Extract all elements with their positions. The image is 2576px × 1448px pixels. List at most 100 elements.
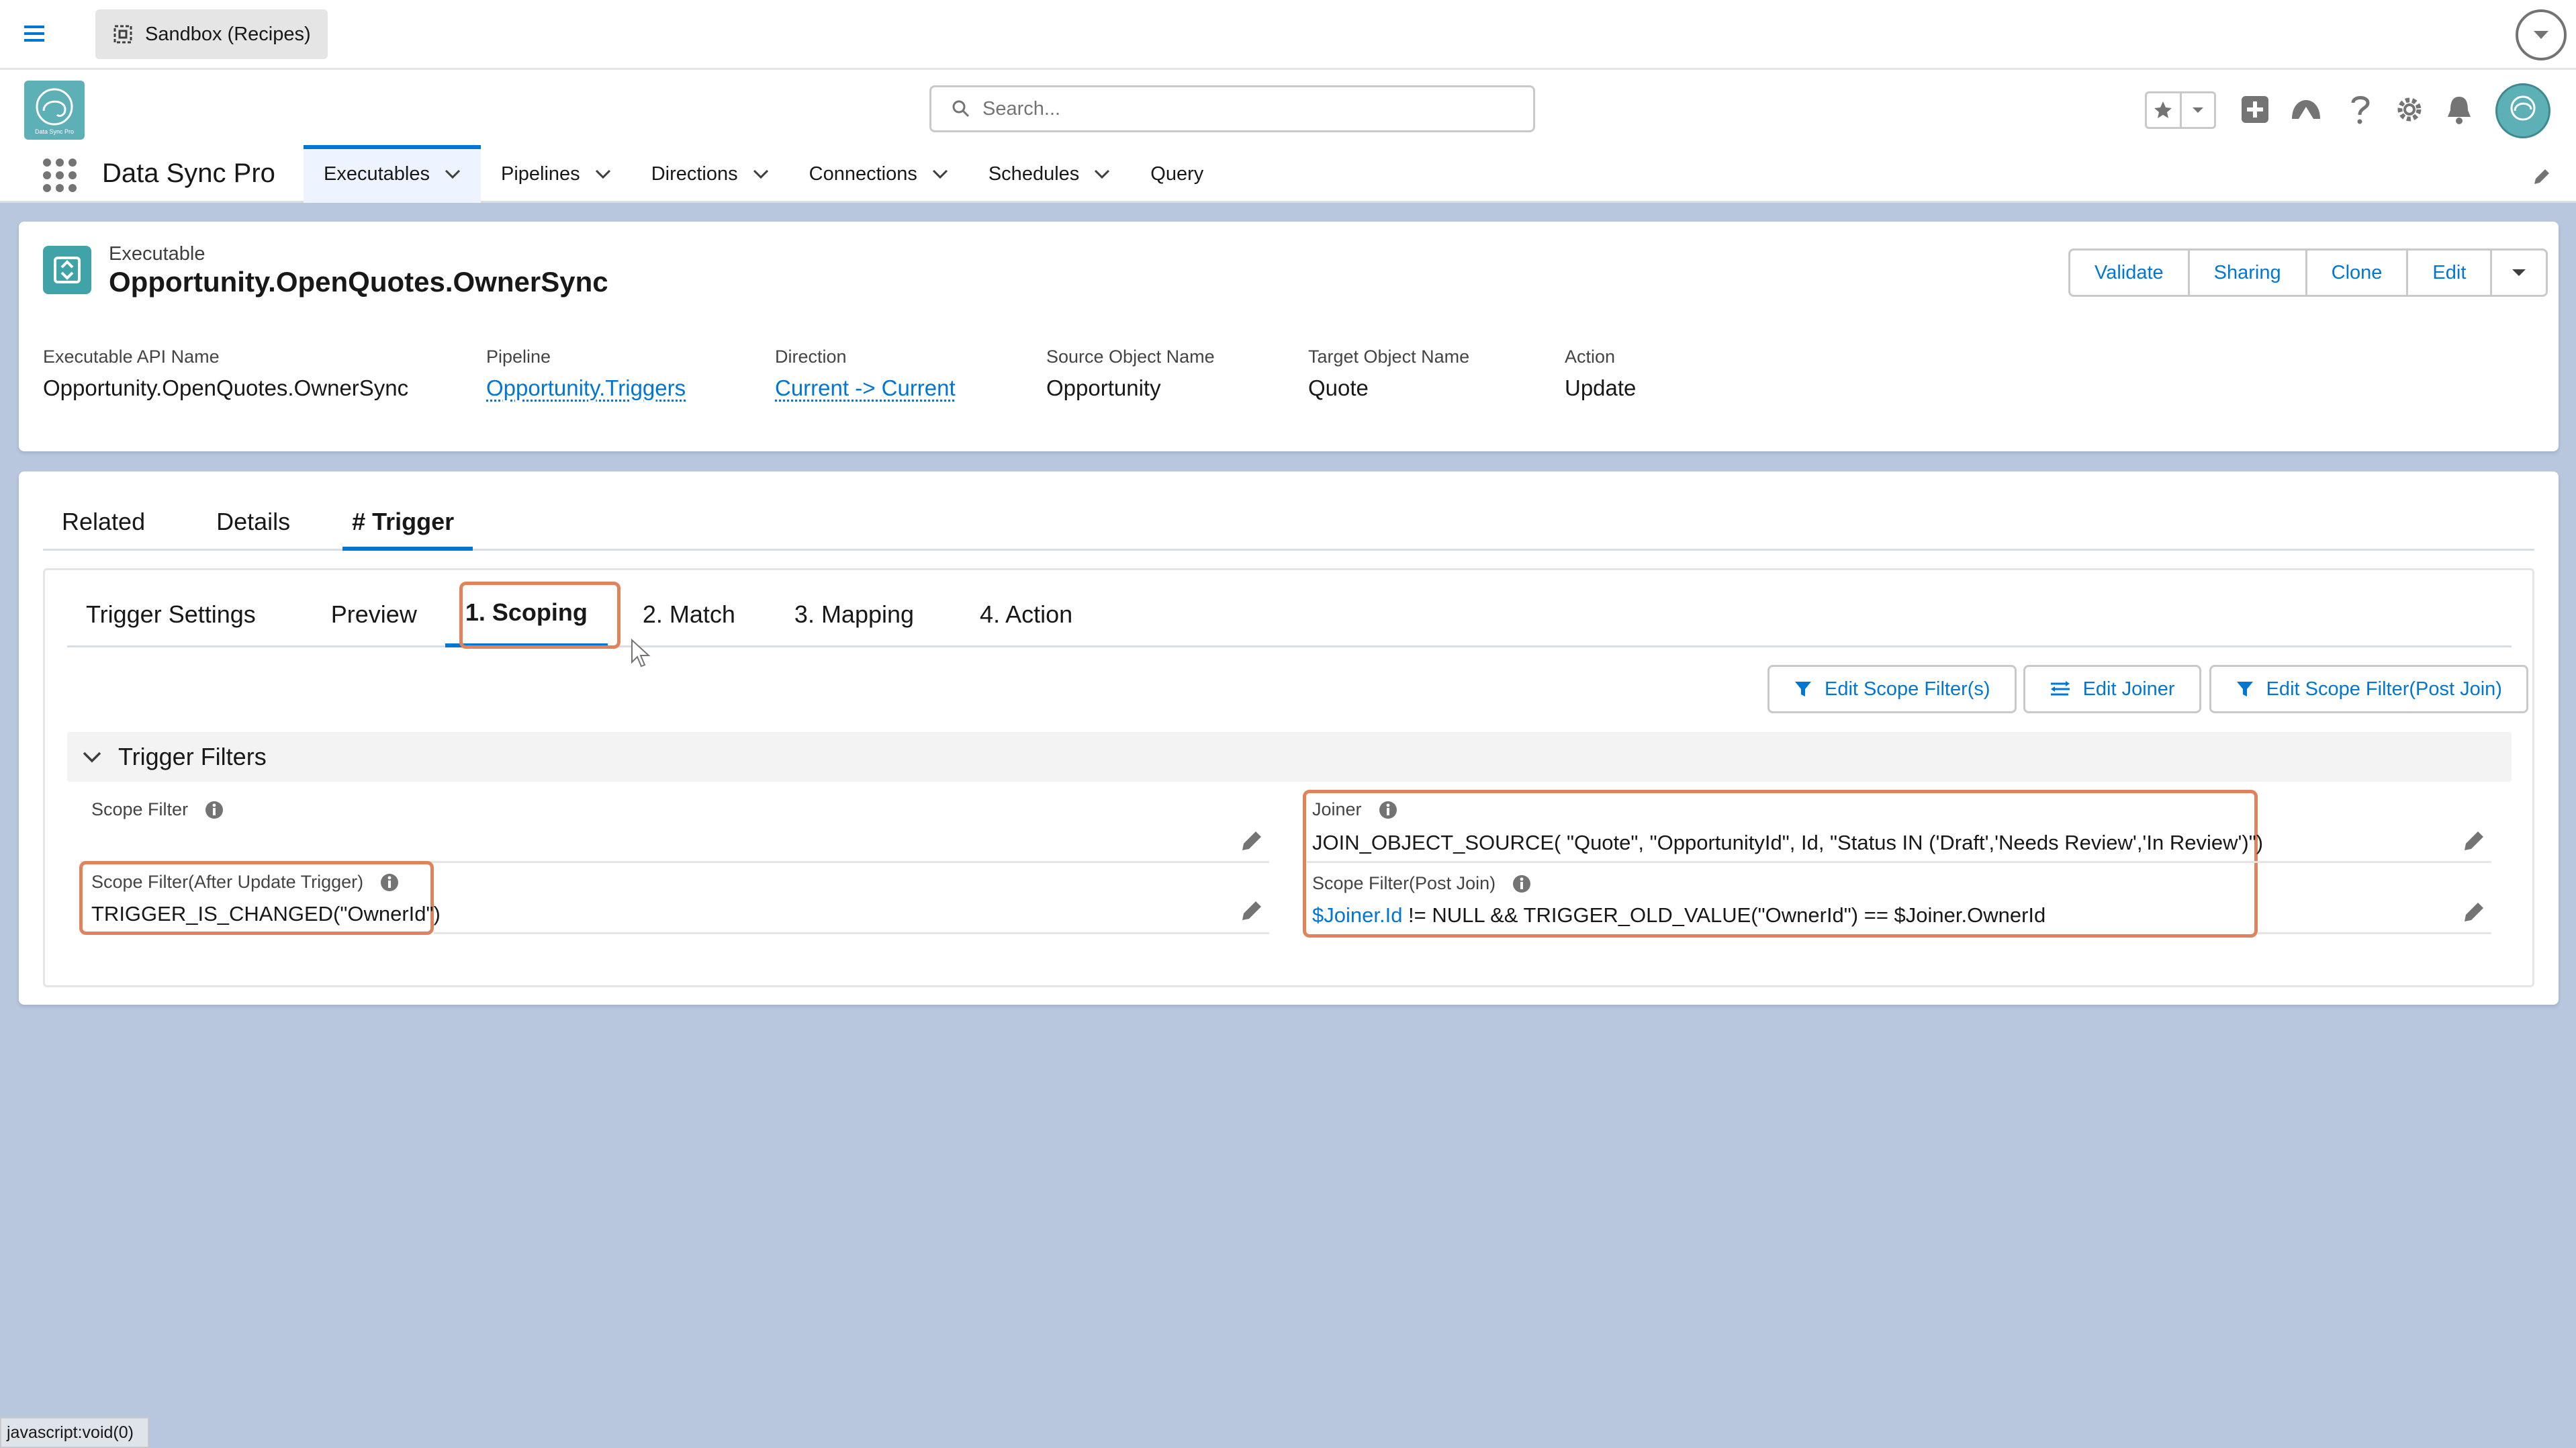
field-divider <box>434 932 1269 934</box>
favorites-star-icon[interactable] <box>2147 93 2182 127</box>
field-action: Action Update <box>1565 347 1636 401</box>
subtab-trigger-settings[interactable]: Trigger Settings <box>67 582 276 647</box>
field-divider <box>2258 932 2491 934</box>
field-label: Scope Filter <box>91 799 189 819</box>
top-right-dropdown-icon[interactable] <box>2516 9 2567 60</box>
nav-bar: Executables Pipelines Directions Connect… <box>304 145 1224 203</box>
global-search[interactable] <box>929 85 1535 132</box>
nav-item-label: Directions <box>651 163 738 185</box>
chevron-down-icon[interactable] <box>932 169 948 179</box>
button-label: Edit Joiner <box>2082 678 2175 700</box>
tab-related[interactable]: Related <box>43 502 164 551</box>
field-target-object: Target Object Name Quote <box>1308 347 1469 401</box>
record-object-type: Executable <box>109 243 205 265</box>
trailhead-icon[interactable] <box>2287 91 2325 128</box>
nav-item-schedules[interactable]: Schedules <box>968 145 1130 203</box>
field-label: Joiner <box>1312 799 1362 819</box>
scoping-highlight-box <box>459 582 620 649</box>
nav-item-pipelines[interactable]: Pipelines <box>481 145 631 203</box>
edit-scope-filter-pencil-icon[interactable] <box>1240 829 1264 853</box>
nav-item-directions[interactable]: Directions <box>631 145 789 203</box>
field-value: Quote <box>1308 375 1369 400</box>
field-direction: Direction Current -> Current <box>775 347 956 401</box>
more-actions-button[interactable] <box>2492 251 2546 295</box>
favorites-group[interactable] <box>2145 91 2216 129</box>
scope-filter-after-update-field: Scope Filter(After Update Trigger) TRIGG… <box>91 872 441 926</box>
top-bar <box>0 0 2576 70</box>
executable-object-icon <box>43 246 91 294</box>
clone-button[interactable]: Clone <box>2307 251 2409 295</box>
field-label: Action <box>1565 347 1616 367</box>
setup-gear-icon[interactable] <box>2391 91 2428 128</box>
subtab-action[interactable]: 4. Action <box>960 582 1093 647</box>
global-create-icon[interactable] <box>2236 91 2274 128</box>
joiner-id-link[interactable]: $Joiner.Id <box>1312 903 1402 927</box>
validate-button[interactable]: Validate <box>2070 251 2190 295</box>
filter-icon <box>1794 680 1812 698</box>
post-join-expression: != NULL && TRIGGER_OLD_VALUE("OwnerId") … <box>1402 903 2046 927</box>
record-title: Opportunity.OpenQuotes.OwnerSync <box>109 266 608 298</box>
record-actions: Validate Sharing Clone Edit <box>2068 248 2548 297</box>
chevron-down-icon <box>2511 268 2527 277</box>
help-icon[interactable] <box>2341 91 2379 128</box>
app-launcher-icon[interactable] <box>42 157 78 193</box>
field-value: JOIN_OBJECT_SOURCE( "Quote", "Opportunit… <box>1312 831 2264 854</box>
subtab-mapping[interactable]: 3. Mapping <box>774 582 934 647</box>
chevron-down-icon[interactable] <box>1094 169 1110 179</box>
nav-item-query[interactable]: Query <box>1130 145 1224 203</box>
field-label: Scope Filter(After Update Trigger) <box>91 872 364 892</box>
scope-filter-post-join-field: Scope Filter(Post Join) $Joiner.Id != NU… <box>1312 873 2045 927</box>
tab-details[interactable]: Details <box>197 502 309 551</box>
edit-nav-pencil-icon[interactable] <box>2532 167 2552 187</box>
field-value: Opportunity <box>1046 375 1161 400</box>
app-logo[interactable]: Data Sync Pro <box>24 81 85 140</box>
user-avatar[interactable] <box>2495 83 2550 138</box>
edit-post-join-pencil-icon[interactable] <box>2462 900 2486 924</box>
field-source-object: Source Object Name Opportunity <box>1046 347 1215 401</box>
button-label: Edit Scope Filter(s) <box>1825 678 1990 700</box>
edit-scope-filter-after-pencil-icon[interactable] <box>1240 899 1264 923</box>
logo-text: Data Sync Pro <box>35 128 74 135</box>
nav-item-label: Executables <box>324 163 430 185</box>
browser-status-bar: javascript:void(0) <box>0 1417 149 1448</box>
hamburger-menu-icon[interactable] <box>23 20 47 47</box>
pipeline-link[interactable]: Opportunity.Triggers <box>486 375 686 401</box>
filter-actions: Edit Scope Filter(s) Edit Joiner Edit Sc… <box>1767 665 2528 713</box>
info-icon[interactable] <box>1378 800 1398 820</box>
sandbox-label: Sandbox (Recipes) <box>145 23 311 45</box>
nav-item-label: Query <box>1150 163 1204 185</box>
sharing-button[interactable]: Sharing <box>2190 251 2307 295</box>
record-tabs: Related Details # Trigger <box>43 502 2534 551</box>
nav-item-label: Pipelines <box>501 163 580 185</box>
tab-trigger[interactable]: # Trigger <box>342 502 473 551</box>
sandbox-indicator[interactable]: Sandbox (Recipes) <box>95 9 328 59</box>
chevron-down-icon[interactable] <box>445 169 461 179</box>
edit-joiner-pencil-icon[interactable] <box>2462 829 2486 853</box>
field-value: Opportunity.OpenQuotes.OwnerSync <box>43 375 409 400</box>
nav-item-connections[interactable]: Connections <box>789 145 968 203</box>
trigger-filters-section-header[interactable]: Trigger Filters <box>67 732 2512 782</box>
edit-joiner-button[interactable]: Edit Joiner <box>2023 665 2201 713</box>
direction-link[interactable]: Current -> Current <box>775 375 956 401</box>
chevron-down-icon[interactable] <box>753 169 769 179</box>
subtab-preview[interactable]: Preview <box>311 582 437 647</box>
field-value: Update <box>1565 375 1637 400</box>
info-icon[interactable] <box>379 872 400 893</box>
chevron-down-icon[interactable] <box>595 169 611 179</box>
edit-button[interactable]: Edit <box>2408 251 2493 295</box>
info-icon[interactable] <box>204 800 224 820</box>
favorites-dropdown-icon[interactable] <box>2182 93 2215 127</box>
scope-filter-field: Scope Filter <box>91 799 224 820</box>
field-label: Source Object Name <box>1046 347 1215 367</box>
nav-item-label: Schedules <box>988 163 1080 185</box>
sandbox-icon <box>113 24 133 44</box>
edit-scope-filters-button[interactable]: Edit Scope Filter(s) <box>1767 665 2017 713</box>
field-label: Executable API Name <box>43 347 220 367</box>
notifications-bell-icon[interactable] <box>2440 91 2478 128</box>
edit-scope-filter-post-join-button[interactable]: Edit Scope Filter(Post Join) <box>2209 665 2528 713</box>
chevron-down-icon[interactable] <box>82 751 102 763</box>
search-input[interactable] <box>982 97 1506 120</box>
info-icon[interactable] <box>1512 874 1532 894</box>
mouse-cursor-icon <box>630 638 653 669</box>
nav-item-executables[interactable]: Executables <box>304 145 481 203</box>
